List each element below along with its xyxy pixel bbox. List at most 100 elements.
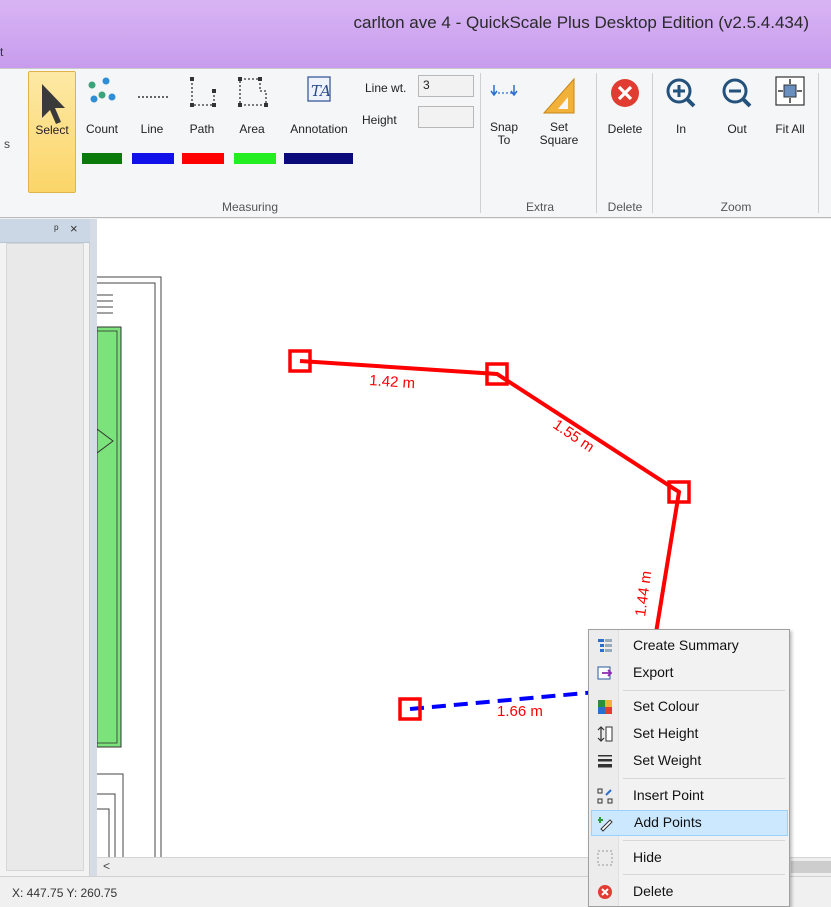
menu-item-label: Set Colour	[633, 698, 700, 714]
context-menu: Create Summary Export Set Colour Set Hei…	[588, 629, 790, 907]
annotation-button[interactable]: TA Annotation	[284, 73, 354, 143]
square-label-1: Set	[549, 120, 568, 134]
area-label: Area	[239, 122, 265, 136]
measurement-label-1: 1.42 m	[369, 372, 416, 392]
zoom-out-label: Out	[727, 122, 747, 136]
annotation-icon: TA	[307, 76, 331, 102]
left-panel: ᵖ ×	[0, 219, 90, 876]
menu-item-label: Add Points	[634, 814, 702, 830]
menu-item-label: Set Weight	[633, 752, 702, 768]
ribbon-fragment: s	[4, 137, 10, 151]
menu-separator	[623, 840, 785, 841]
zoom-in-icon	[666, 78, 696, 108]
zoom-in-label: In	[675, 122, 686, 136]
group-separator	[480, 73, 481, 213]
count-color-swatch[interactable]	[82, 153, 122, 164]
path-button[interactable]: Path	[180, 73, 224, 143]
menu-separator	[623, 874, 785, 875]
zoom-out-icon	[722, 78, 752, 108]
weight-icon	[598, 755, 612, 768]
annotation-color-swatch[interactable]	[284, 153, 353, 164]
measuring-group-label: Measuring	[221, 200, 279, 214]
set-square-icon	[542, 77, 575, 114]
count-label: Count	[85, 122, 119, 136]
area-icon	[238, 77, 268, 107]
group-separator	[596, 73, 597, 213]
measurement-label-3: 1.44 m	[632, 570, 655, 618]
height-input[interactable]	[418, 106, 474, 128]
menu-item-create-summary[interactable]: Create Summary	[591, 633, 788, 659]
scroll-thumb[interactable]	[791, 861, 831, 873]
extra-group-label: Extra	[525, 200, 554, 214]
pin-icon[interactable]: ᵖ	[54, 222, 59, 236]
ribbon: s Select Count Line Path Area TA Annotat…	[0, 68, 831, 218]
close-icon[interactable]: ×	[70, 221, 78, 236]
export-icon	[597, 666, 613, 680]
snap-label-1: Snap	[489, 120, 519, 134]
window-title: carlton ave 4 - QuickScale Plus Desktop …	[353, 13, 809, 32]
zoom-in-button[interactable]: In	[658, 75, 704, 145]
title-fragment: t	[0, 45, 4, 59]
svg-text:TA: TA	[311, 82, 331, 100]
panel-splitter[interactable]	[90, 219, 97, 876]
fit-all-button[interactable]: Fit All	[768, 75, 812, 145]
zoom-out-button[interactable]: Out	[714, 75, 760, 145]
zoom-group-label: Zoom	[720, 200, 752, 214]
delete-icon	[598, 885, 612, 899]
left-panel-header: ᵖ ×	[0, 219, 90, 243]
area-color-swatch[interactable]	[234, 153, 276, 164]
menu-item-label: Delete	[633, 883, 674, 899]
select-button[interactable]: Select	[28, 71, 76, 193]
menu-separator	[623, 690, 785, 691]
left-panel-body	[6, 243, 84, 871]
menu-item-export[interactable]: Export	[591, 660, 788, 686]
menu-separator	[623, 778, 785, 779]
menu-item-set-colour[interactable]: Set Colour	[591, 694, 788, 720]
menu-item-label: Hide	[633, 849, 662, 865]
colour-icon	[598, 700, 612, 714]
line-color-swatch[interactable]	[132, 153, 174, 164]
menu-item-set-weight[interactable]: Set Weight	[591, 748, 788, 774]
menu-item-label: Set Height	[633, 725, 699, 741]
delete-button[interactable]: Delete	[600, 75, 650, 145]
menu-item-add-points[interactable]: Add Points	[591, 810, 788, 836]
line-button[interactable]: Line	[130, 73, 174, 143]
dotted-line-icon	[138, 96, 168, 98]
measurement-label-4: 1.66 m	[497, 703, 543, 720]
line-weight-input[interactable]: 3	[418, 75, 474, 97]
annotation-label: Annotation	[290, 122, 348, 136]
path-label: Path	[189, 122, 215, 136]
hide-icon	[597, 850, 613, 866]
floor-plan-drawing	[97, 276, 162, 857]
menu-item-insert-point[interactable]: Insert Point	[591, 783, 788, 809]
path-measurement-line[interactable]	[299, 359, 682, 640]
path-icon	[190, 77, 216, 107]
group-separator	[818, 73, 819, 213]
snap-to-button[interactable]: Snap To	[484, 73, 524, 159]
menu-item-label: Create Summary	[633, 637, 739, 653]
menu-item-hide[interactable]: Hide	[591, 845, 788, 871]
insert-point-icon	[597, 788, 613, 804]
count-dots-icon	[88, 77, 116, 103]
height-label: Height	[362, 113, 397, 127]
menu-item-set-height[interactable]: Set Height	[591, 721, 788, 747]
fit-all-icon	[775, 76, 805, 106]
menu-item-label: Insert Point	[633, 787, 704, 803]
select-label: Select	[35, 123, 69, 137]
set-square-button[interactable]: Set Square	[536, 73, 582, 159]
scroll-left-icon[interactable]: <	[103, 859, 110, 873]
add-points-icon	[598, 817, 613, 832]
snap-label-2: To	[497, 133, 511, 147]
group-separator	[652, 73, 653, 213]
count-button[interactable]: Count	[80, 73, 124, 143]
delete-x-icon	[611, 79, 639, 107]
area-button[interactable]: Area	[230, 73, 274, 143]
menu-item-label: Export	[633, 664, 674, 680]
delete-label: Delete	[607, 122, 643, 136]
path-color-swatch[interactable]	[182, 153, 224, 164]
delete-group-label: Delete	[607, 200, 643, 214]
fit-all-label: Fit All	[775, 122, 805, 136]
menu-item-delete[interactable]: Delete	[591, 879, 788, 905]
line-label: Line	[140, 122, 164, 136]
summary-icon	[598, 639, 612, 652]
